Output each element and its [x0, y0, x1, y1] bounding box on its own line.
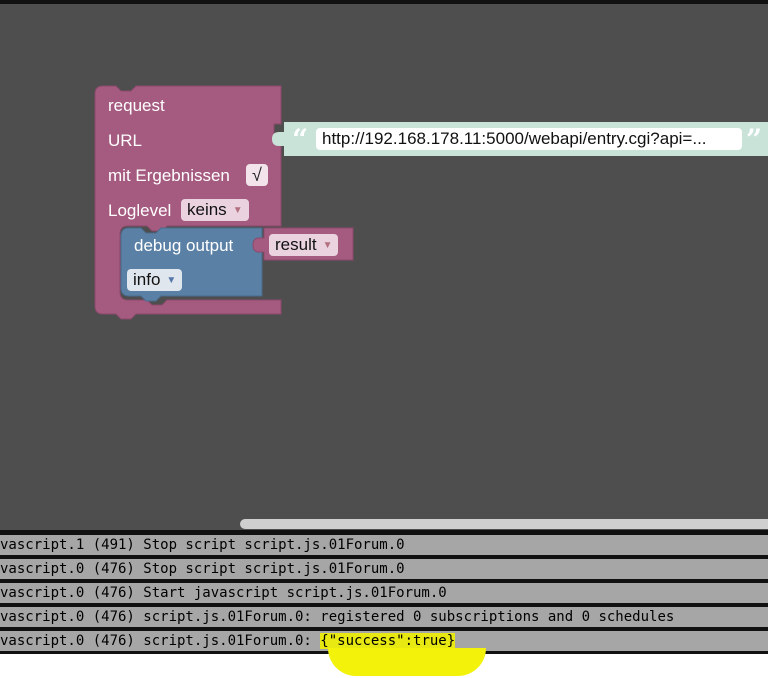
- debug-level-value: info: [133, 270, 161, 289]
- loglevel-dropdown[interactable]: keins ▼: [181, 199, 249, 221]
- variable-dropdown[interactable]: result ▼: [269, 234, 339, 256]
- loglevel-value: keins: [187, 200, 227, 219]
- variable-value: result: [275, 235, 317, 254]
- dropdown-arrow-icon: ▼: [166, 275, 177, 286]
- open-quote-icon: “: [292, 123, 309, 156]
- highlighter-mark: [328, 648, 486, 676]
- results-checkbox[interactable]: √: [246, 164, 268, 186]
- horizontal-scrollbar[interactable]: [240, 519, 768, 529]
- close-quote-icon: ”: [746, 123, 763, 156]
- log-line: vascript.0 (476) Stop script script.js.0…: [0, 559, 768, 579]
- results-label: mit Ergebnissen: [108, 166, 230, 185]
- debug-level-dropdown[interactable]: info ▼: [127, 269, 183, 291]
- log-console: vascript.1 (491) Stop script script.js.0…: [0, 530, 768, 654]
- url-input[interactable]: http://192.168.178.11:5000/webapi/entry.…: [316, 128, 742, 150]
- blockly-workspace[interactable]: request URL “ http://192.168.178.11:5000…: [0, 0, 768, 530]
- highlighted-result: {"success":true}: [320, 633, 456, 649]
- log-line-prefix: vascript.0 (476) script.js.01Forum.0:: [0, 633, 321, 649]
- debug-block-title: debug output: [134, 236, 234, 255]
- loglevel-label: Loglevel: [108, 201, 172, 220]
- request-block-title: request: [108, 96, 165, 115]
- url-label: URL: [108, 131, 143, 150]
- log-line: vascript.1 (491) Stop script script.js.0…: [0, 535, 768, 555]
- log-line: vascript.0 (476) Start javascript script…: [0, 583, 768, 603]
- dropdown-arrow-icon: ▼: [232, 205, 243, 216]
- dropdown-arrow-icon: ▼: [322, 240, 333, 251]
- log-line: vascript.0 (476) script.js.01Forum.0: re…: [0, 607, 768, 627]
